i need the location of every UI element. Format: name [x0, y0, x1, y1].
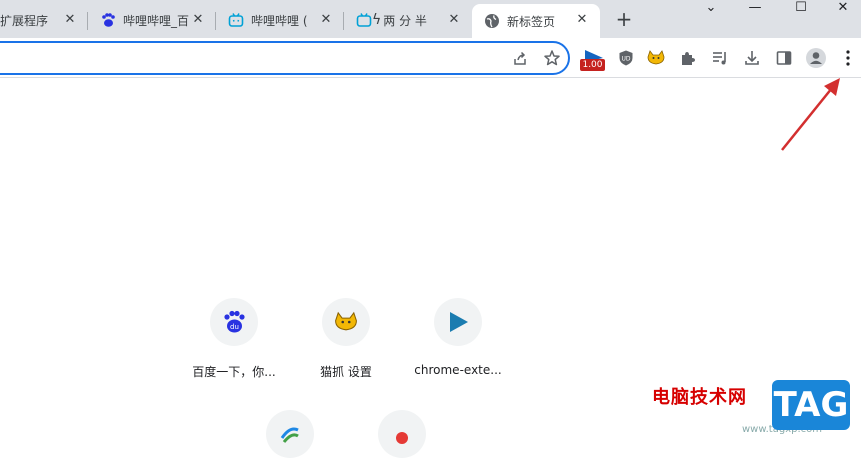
tab-strip: 扩展程序 ✕ 哔哩哔哩_百 ✕ 哔哩哔哩 ( ✕ ϟ 两 分 半 ✕ 新标签页 …	[0, 0, 861, 38]
ublock-shield-icon[interactable]: UD	[614, 46, 638, 70]
shortcut-tile[interactable]: du 百度一下，你...	[178, 298, 290, 380]
close-icon[interactable]: ✕	[446, 12, 462, 28]
cat-catch-icon	[322, 298, 370, 346]
shortcut-tile[interactable]	[346, 410, 458, 458]
shortcut-label: 百度一下，你...	[192, 365, 276, 379]
extensions-puzzle-icon[interactable]	[676, 46, 700, 70]
site-logo-icon	[266, 410, 314, 458]
reading-list-icon[interactable]	[708, 46, 732, 70]
bilibili-icon	[356, 12, 372, 28]
close-window-button[interactable]: ✕	[820, 0, 861, 18]
maximize-button[interactable]: ☐	[778, 0, 824, 18]
close-icon[interactable]: ✕	[318, 12, 334, 28]
baidu-icon: du	[210, 298, 258, 346]
baidu-paw-icon	[100, 12, 116, 28]
cat-catch-icon[interactable]	[644, 46, 668, 70]
profile-avatar-icon[interactable]	[804, 46, 828, 70]
play-icon	[434, 298, 482, 346]
site-logo-icon	[378, 410, 426, 458]
svg-text:du: du	[230, 323, 239, 331]
shortcut-label: 猫抓 设置	[320, 365, 372, 379]
tab-label: 扩展程序	[0, 13, 49, 28]
close-icon[interactable]: ✕	[190, 12, 206, 28]
browser-toolbar: 1.00 UD	[0, 38, 861, 78]
shortcut-tile[interactable]: 猫抓 设置	[290, 298, 402, 380]
new-tab-button[interactable]: +	[612, 8, 636, 32]
annotation-arrow-icon	[781, 78, 840, 151]
tab-baidu-bilibili[interactable]: 哔哩哔哩_百 ✕	[88, 4, 216, 36]
tab-bilibili[interactable]: 哔哩哔哩 ( ✕	[216, 4, 344, 36]
tab-search-button[interactable]: ⌄	[688, 0, 734, 18]
tab-extensions[interactable]: 扩展程序 ✕	[0, 4, 88, 36]
svg-text:UD: UD	[621, 56, 630, 63]
minimize-button[interactable]: —	[732, 0, 778, 18]
globe-icon	[484, 13, 500, 29]
watermark-site-name: 电脑技术网	[652, 387, 747, 408]
address-bar[interactable]	[0, 41, 570, 75]
bookmark-star-icon[interactable]	[542, 48, 562, 68]
tab-bilibili-2[interactable]: ϟ 两 分 半 ✕	[344, 4, 472, 36]
shortcut-tile[interactable]: chrome-exte...	[402, 298, 514, 377]
speed-badge: 1.00	[580, 59, 605, 71]
lightning-icon: ϟ	[372, 12, 382, 28]
more-menu-icon[interactable]	[836, 46, 860, 70]
share-icon[interactable]	[510, 48, 530, 68]
download-icon[interactable]	[740, 46, 764, 70]
tab-new-tab[interactable]: 新标签页 ✕	[472, 4, 600, 38]
bilibili-icon	[228, 12, 244, 28]
watermark-tag-logo: TAG	[772, 380, 850, 430]
shortcut-tile[interactable]	[234, 410, 346, 458]
shortcut-label: chrome-exte...	[414, 363, 502, 377]
close-icon[interactable]: ✕	[574, 12, 590, 28]
close-icon[interactable]: ✕	[62, 12, 78, 28]
side-panel-icon[interactable]	[772, 46, 796, 70]
tab-label: 两 分 半	[383, 13, 427, 28]
